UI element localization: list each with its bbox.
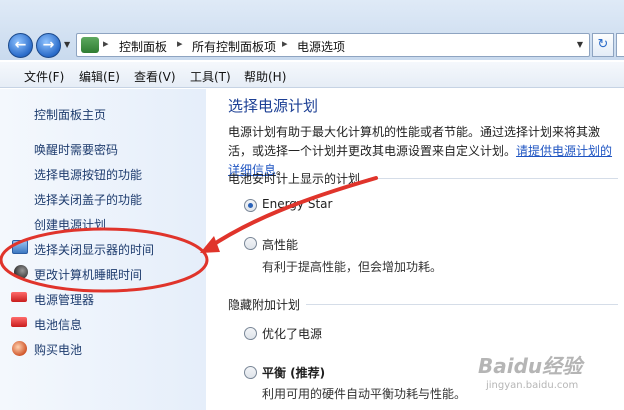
menu-edit[interactable]: 编辑(E)	[79, 68, 120, 85]
menu-file[interactable]: 文件(F)	[24, 68, 64, 85]
plan-desc-high-performance: 有利于提高性能，但会增加功耗。	[262, 260, 443, 274]
sidebar-item-buy-battery[interactable]: 购买电池	[34, 341, 82, 358]
plan-radio-energy-star[interactable]	[244, 199, 257, 212]
group-hidden-plans[interactable]: 隐藏附加计划	[228, 296, 300, 313]
plan-radio-optimized[interactable]	[244, 327, 257, 340]
watermark-site: jingyan.baidu.com	[486, 380, 579, 391]
sidebar-item-wake-password[interactable]: 唤醒时需要密码	[34, 141, 118, 158]
sleep-icon	[14, 265, 28, 279]
address-bar[interactable]: ▸ 控制面板 ▸ 所有控制面板项 ▸ 电源选项 ▼	[76, 33, 590, 57]
search-box[interactable]	[616, 33, 624, 57]
back-button[interactable]: ←	[8, 33, 33, 58]
plan-label-energy-star[interactable]: Energy Star	[262, 197, 332, 211]
group-divider	[306, 304, 618, 305]
watermark: Baidu经验 jingyan.baidu.com	[478, 350, 618, 406]
breadcrumb-separator[interactable]: ▸	[282, 37, 288, 50]
plan-label-optimized[interactable]: 优化了电源	[262, 325, 322, 342]
sidebar-item-power-manager[interactable]: 电源管理器	[34, 291, 94, 308]
plan-label-balanced[interactable]: 平衡 (推荐)	[262, 364, 325, 381]
forward-button[interactable]: →	[36, 33, 61, 58]
address-dropdown-icon[interactable]: ▼	[577, 40, 583, 49]
control-panel-icon	[81, 37, 99, 53]
sidebar-item-display-off[interactable]: 选择关闭显示器的时间	[34, 241, 154, 258]
sidebar: 控制面板主页 唤醒时需要密码 选择电源按钮的功能 选择关闭盖子的功能 创建电源计…	[0, 89, 206, 410]
group-battery-meter-plans: 电池安时计上显示的计划	[228, 172, 361, 186]
power-manager-icon	[11, 292, 27, 302]
page-title: 选择电源计划	[228, 97, 319, 115]
sidebar-control-panel-home[interactable]: 控制面板主页	[34, 106, 106, 123]
plan-radio-high-performance[interactable]	[244, 237, 257, 250]
refresh-button[interactable]: ↻	[592, 33, 614, 57]
sidebar-item-power-button[interactable]: 选择电源按钮的功能	[34, 166, 142, 183]
sidebar-item-close-lid[interactable]: 选择关闭盖子的功能	[34, 191, 142, 208]
breadcrumb-all-items[interactable]: 所有控制面板项	[192, 38, 276, 55]
breadcrumb-control-panel[interactable]: 控制面板	[119, 38, 167, 55]
menu-view[interactable]: 查看(V)	[134, 68, 176, 85]
address-toolbar: ← → ▼ ▸ 控制面板 ▸ 所有控制面板项 ▸ 电源选项 ▼ ↻	[0, 0, 624, 60]
menu-bar: 文件(F) 编辑(E) 查看(V) 工具(T) 帮助(H)	[0, 62, 624, 88]
breadcrumb-separator[interactable]: ▸	[103, 37, 109, 50]
breadcrumb-separator[interactable]: ▸	[177, 37, 183, 50]
breadcrumb-power-options[interactable]: 电源选项	[297, 38, 345, 55]
menu-tools[interactable]: 工具(T)	[190, 68, 231, 85]
watermark-logo: Baidu经验	[478, 354, 583, 378]
sidebar-item-battery-info[interactable]: 电池信息	[34, 316, 82, 333]
menu-help[interactable]: 帮助(H)	[244, 68, 286, 85]
plan-desc-balanced: 利用可用的硬件自动平衡功耗与性能。	[262, 387, 467, 401]
recent-pages-dropdown[interactable]: ▼	[64, 40, 70, 49]
sidebar-item-sleep-time[interactable]: 更改计算机睡眠时间	[34, 266, 142, 283]
globe-icon	[12, 341, 27, 356]
battery-info-icon	[11, 317, 27, 327]
sidebar-item-create-plan[interactable]: 创建电源计划	[34, 216, 106, 233]
display-icon	[12, 240, 28, 254]
group-divider	[368, 178, 618, 179]
plan-radio-balanced[interactable]	[244, 366, 257, 379]
plan-label-high-performance[interactable]: 高性能	[262, 236, 298, 253]
